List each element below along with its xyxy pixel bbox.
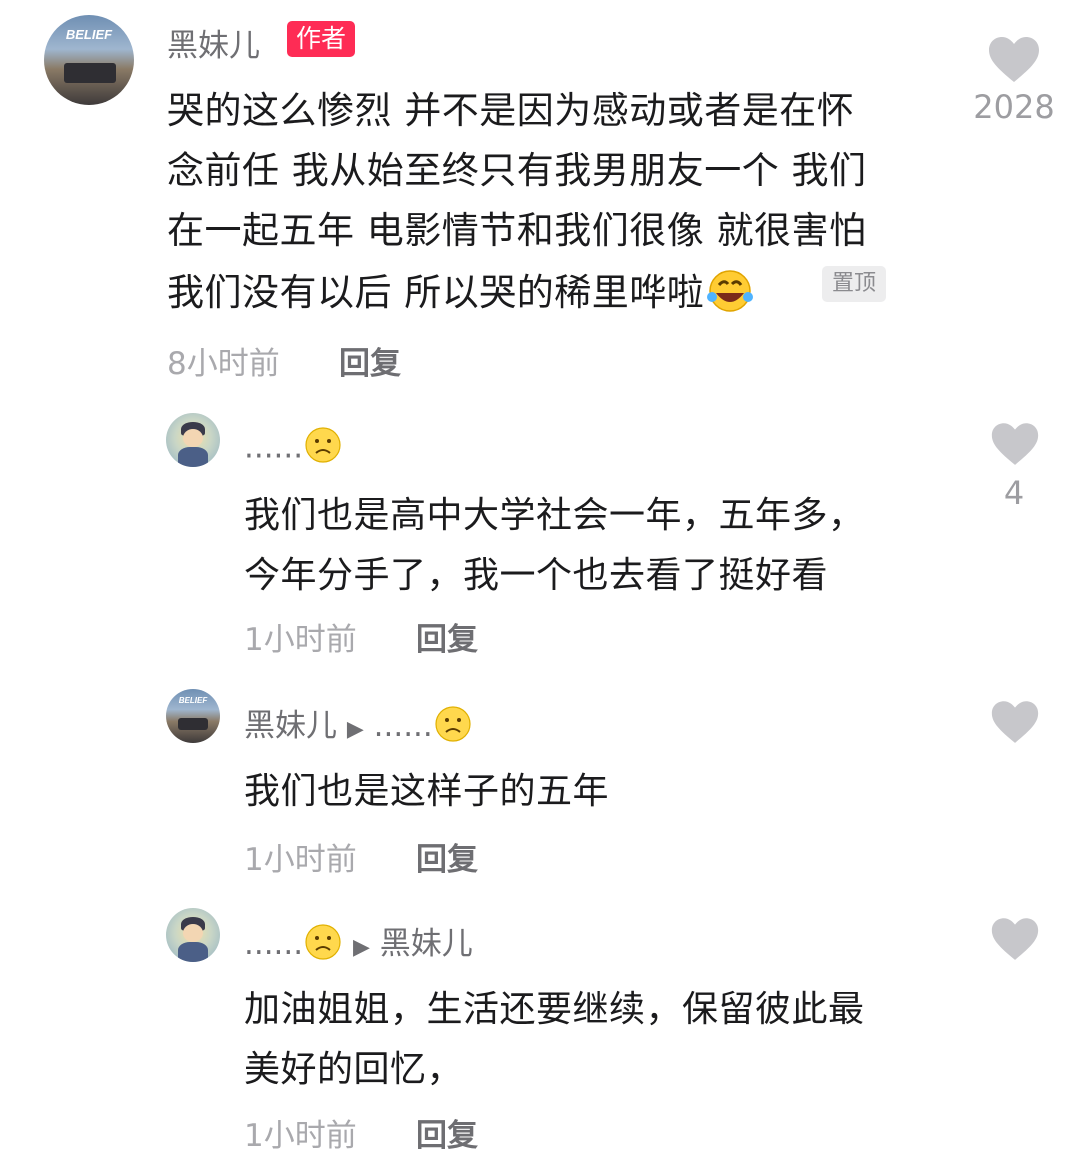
reply-author[interactable]: ...... ▶ 黑妹儿 (244, 918, 473, 970)
comment-text-line: 在一起五年 电影情节和我们很像 就很害怕 (167, 209, 867, 252)
reply-author-name: ...... (244, 926, 304, 962)
reply-author[interactable]: ...... (244, 425, 343, 473)
reply-text-line: 今年分手了，我一个也去看了挺好看 (244, 555, 829, 596)
reply-text-line: 我们也是这样子的五年 (244, 771, 610, 812)
reply-button[interactable]: 回复 (416, 834, 478, 879)
frowning-face-icon (433, 704, 473, 752)
reply-text-line: 美好的回忆， (244, 1049, 464, 1090)
avatar[interactable] (166, 413, 220, 467)
comment-text-line: 我们没有以后 所以哭的稀里哗啦 (167, 262, 756, 322)
reply-button[interactable]: 回复 (416, 614, 478, 659)
comment-time: 8小时前 (167, 346, 280, 382)
heart-icon[interactable] (987, 36, 1041, 84)
heart-icon[interactable] (990, 422, 1040, 467)
reply-time: 1小时前 (244, 622, 357, 658)
comment-author[interactable]: 黑妹儿 (167, 20, 260, 65)
comment-text-segment: 我们没有以后 所以哭的稀里哗啦 (167, 271, 705, 314)
author-badge: 作者 (287, 21, 356, 57)
reply-author-name: ...... (244, 429, 304, 466)
avatar[interactable] (166, 908, 220, 962)
comment-text-line: 念前任 我从始至终只有我男朋友一个 我们 (167, 149, 867, 192)
like-count: 2028 (973, 88, 1055, 126)
comment-text-line: 哭的这么惨烈 并不是因为感动或者是在怀 (167, 89, 855, 132)
reply-button[interactable]: 回复 (339, 338, 401, 383)
reply-author-name: 黑妹儿 (244, 708, 337, 744)
reply-author[interactable]: 黑妹儿 ▶ ...... (244, 700, 473, 752)
avatar-tag: BELIEF (65, 27, 113, 42)
heart-icon[interactable] (990, 917, 1040, 962)
rofl-emoji-icon (704, 267, 756, 322)
reply-button[interactable]: 回复 (416, 1110, 478, 1155)
reply-text-line: 我们也是高中大学社会一年，五年多， (244, 495, 865, 536)
pinned-badge: 置顶 (822, 266, 887, 302)
frowning-face-icon (303, 425, 343, 473)
avatar-tag: BELIEF (178, 696, 208, 705)
reply-arrow-icon: ▶ (346, 717, 364, 742)
reply-to-name: 黑妹儿 (379, 926, 473, 962)
reply-time: 1小时前 (244, 1118, 357, 1154)
reply-to-name: ...... (373, 708, 433, 744)
avatar[interactable]: BELIEF (44, 15, 134, 105)
reply-text-line: 加油姐姐，生活还要继续，保留彼此最 (244, 989, 865, 1030)
frowning-face-icon (303, 922, 343, 970)
heart-icon[interactable] (990, 700, 1040, 745)
avatar[interactable]: BELIEF (166, 689, 220, 743)
reply-arrow-icon: ▶ (352, 935, 370, 960)
like-count: 4 (1003, 474, 1025, 512)
reply-time: 1小时前 (244, 842, 357, 878)
